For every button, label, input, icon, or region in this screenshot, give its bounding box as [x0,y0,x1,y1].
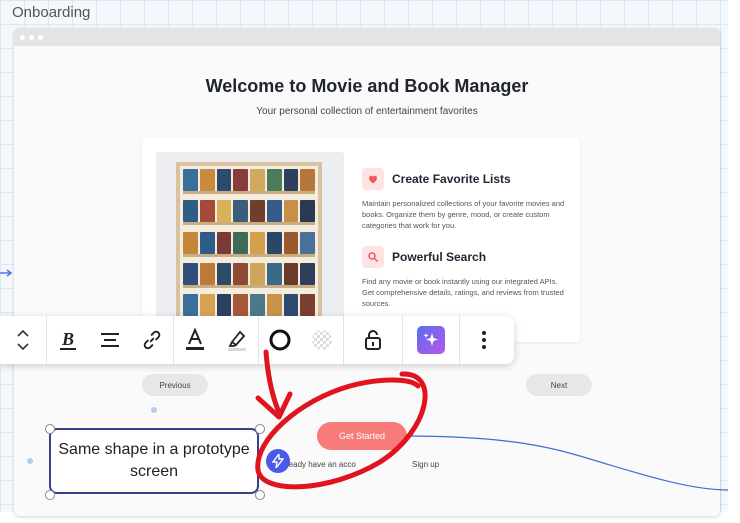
chevron-up-icon[interactable] [17,329,29,337]
chevron-down-icon[interactable] [17,343,29,351]
ai-sparkle-icon [423,333,438,346]
bookshelf-image [156,152,344,328]
bold-icon[interactable]: B [47,316,89,364]
link-icon[interactable] [131,316,173,364]
unlock-icon[interactable] [344,316,402,364]
border-circle-icon[interactable] [259,316,301,364]
bookshelf-illustration [176,162,322,326]
frame-dot [29,34,34,40]
svg-text:B: B [61,329,74,349]
feature-title: Create Favorite Lists [392,172,511,186]
align-center-icon[interactable] [89,316,131,364]
resize-handle[interactable] [255,490,265,500]
page-title: Welcome to Movie and Book Manager [205,76,529,96]
more-icon[interactable] [460,316,508,364]
selected-shape[interactable]: Same shape in a prototype screen [49,428,259,494]
feature-title: Powerful Search [392,250,487,264]
text-color-icon[interactable] [174,316,216,364]
context-toolbar: B [0,316,514,364]
search-icon [368,252,379,263]
stepper-arrows[interactable] [0,316,46,364]
connector-arrow-icon [0,269,13,277]
feature-icon-box [362,246,384,268]
board-title: Onboarding [12,4,91,21]
previous-button[interactable]: Previous [142,374,208,396]
feature-description: Find any movie or book instantly using o… [362,277,564,308]
feature-description: Maintain personalized collections of you… [362,199,565,230]
sign-up-link[interactable]: Sign up [412,460,439,469]
transparent-fill-icon[interactable] [301,316,343,364]
frame-header [14,28,720,46]
frame-dot [38,34,43,40]
resize-handle[interactable] [45,490,55,500]
heart-icon [369,175,377,184]
sign-in-prompt: ready have an acco [286,460,356,469]
feature-card: Create Favorite Lists Maintain personali… [142,138,580,342]
frame-dot [20,34,25,40]
get-started-button[interactable]: Get Started [317,422,407,450]
highlight-icon[interactable] [216,316,258,364]
resize-handle[interactable] [45,424,55,434]
next-button[interactable]: Next [526,374,592,396]
page-subtitle: Your personal collection of entertainmen… [256,106,478,117]
resize-handle[interactable] [255,424,265,434]
feature-icon-box [362,168,384,190]
lightning-icon[interactable] [266,449,290,473]
ai-sparkle-button[interactable] [403,316,459,364]
